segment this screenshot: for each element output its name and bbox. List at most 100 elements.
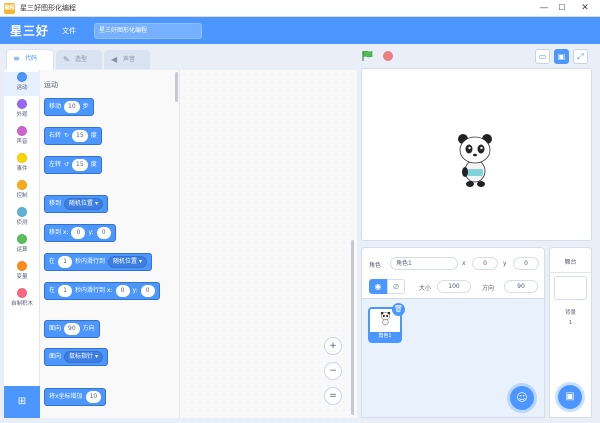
category-motion[interactable]: 运动: [4, 72, 40, 96]
file-menu[interactable]: 文件: [62, 26, 76, 36]
category-my-blocks[interactable]: 自制积木: [4, 288, 40, 312]
large-stage-button[interactable]: ▣: [554, 49, 569, 64]
panda-sprite-icon[interactable]: [454, 131, 496, 189]
block-change-x[interactable]: 将x坐标增加 10: [44, 388, 107, 406]
sprite-list: 角色1 🗑 ☺: [361, 299, 545, 418]
category-sensing[interactable]: 侦测: [4, 207, 40, 231]
rotate-right-icon: ↻: [64, 132, 70, 139]
change-x-input[interactable]: 10: [85, 391, 102, 403]
add-backdrop-button[interactable]: ▣: [558, 385, 582, 409]
maximize-button[interactable]: ☐: [555, 2, 569, 14]
palette-scrollbar[interactable]: [175, 72, 178, 102]
glide-x-input[interactable]: 0: [115, 285, 130, 297]
block-move-steps[interactable]: 移动 10 步: [44, 98, 94, 116]
category-sound[interactable]: 声音: [4, 126, 40, 150]
eye-icon: ◉: [374, 282, 382, 291]
direction-field[interactable]: 90: [504, 280, 538, 293]
zoom-in-button[interactable]: +: [324, 337, 342, 355]
category-dot: [17, 207, 27, 217]
large-stage-icon: ▣: [557, 52, 566, 61]
delete-sprite-button[interactable]: 🗑: [392, 303, 405, 316]
show-sprite-button[interactable]: ◉: [369, 279, 387, 294]
category-events[interactable]: 事件: [4, 153, 40, 177]
close-button[interactable]: ✕: [578, 2, 592, 14]
category-control[interactable]: 控制: [4, 180, 40, 204]
stage-selector-panel[interactable]: 舞台 背景 1 ▣: [549, 247, 592, 418]
hide-sprite-button[interactable]: ⊘: [387, 279, 405, 294]
stage-thumbnail[interactable]: [554, 276, 587, 300]
category-dot: [17, 261, 27, 271]
tab-costumes[interactable]: ✎ 造型: [56, 50, 102, 69]
extension-icon: ⊞: [17, 396, 27, 407]
stage-panel-title: 舞台: [564, 259, 577, 266]
fullscreen-button[interactable]: ⤢: [573, 49, 588, 64]
category-dot: [17, 288, 27, 298]
point-towards-dropdown[interactable]: 鼠标指针 ▾: [64, 351, 103, 363]
tab-sounds[interactable]: ◀ 声音: [104, 50, 150, 69]
block-glide-to-xy[interactable]: 在 1 秒内滑行到 x: 0 y: 0: [44, 282, 160, 300]
category-dot: [17, 234, 27, 244]
go-to-x-input[interactable]: 0: [71, 227, 86, 239]
block-go-to-xy[interactable]: 移到 x: 0 y: 0: [44, 224, 116, 242]
tab-costumes-label: 造型: [75, 56, 88, 63]
tab-code-label: 代码: [25, 55, 38, 62]
block-glide-to[interactable]: 在 1 秒内滑行到 随机位置 ▾: [44, 253, 152, 271]
go-to-dropdown[interactable]: 随机位置 ▾: [64, 198, 103, 210]
block-turn-left[interactable]: 左转 ↺ 15 度: [44, 156, 102, 174]
turn-left-input[interactable]: 15: [72, 159, 88, 171]
add-extension-button[interactable]: ⊞: [4, 386, 40, 418]
speaker-icon: ◀: [111, 55, 118, 64]
category-dot: [17, 99, 27, 109]
size-label: 大小: [419, 285, 432, 292]
direction-label: 方向: [482, 285, 495, 292]
block-point-towards[interactable]: 面向 鼠标指针 ▾: [44, 348, 108, 366]
project-title-input[interactable]: 星三好图形化编程: [94, 23, 202, 39]
code-icon: ≡: [13, 54, 20, 63]
small-stage-icon: ▭: [538, 52, 547, 61]
sprite-tile-name: 角色1: [370, 332, 400, 341]
minimize-button[interactable]: —: [537, 2, 551, 14]
small-stage-button[interactable]: ▭: [535, 49, 550, 64]
go-to-y-input[interactable]: 0: [96, 227, 111, 239]
stage-canvas[interactable]: [361, 68, 592, 241]
category-dot: [17, 180, 27, 190]
code-workspace[interactable]: + − =: [180, 70, 357, 418]
category-dot: [17, 126, 27, 136]
zoom-reset-button[interactable]: =: [324, 387, 342, 405]
backdrop-label: 背景: [564, 310, 576, 316]
tab-code[interactable]: ≡ 代码: [6, 49, 54, 70]
workspace-scrollbar[interactable]: [351, 240, 354, 415]
y-input[interactable]: 0: [513, 257, 539, 270]
turn-right-input[interactable]: 15: [72, 130, 88, 142]
image-icon: ▣: [565, 391, 575, 402]
size-input[interactable]: 100: [437, 280, 471, 293]
app-icon: 编程: [4, 3, 15, 14]
direction-input[interactable]: 90: [64, 323, 80, 335]
category-looks[interactable]: 外观: [4, 99, 40, 123]
x-label: x: [462, 260, 466, 267]
sprite-thumbnail-icon: [380, 311, 391, 326]
move-steps-input[interactable]: 10: [64, 101, 80, 113]
glide-y-input[interactable]: 0: [140, 285, 155, 297]
stop-icon[interactable]: [383, 51, 393, 61]
x-input[interactable]: 0: [472, 257, 498, 270]
sprite-name-input[interactable]: 角色1: [390, 257, 458, 270]
window-titlebar: 编程 星三好图形化编程 — ☐ ✕: [0, 0, 600, 17]
block-palette: 运动 移动 10 步 右转 ↻ 15 度 左转 ↺ 15 度 移到 随机位置 ▾…: [40, 70, 180, 418]
stage-panel-divider: [550, 272, 591, 273]
zoom-out-button[interactable]: −: [324, 362, 342, 380]
add-sprite-button[interactable]: ☺: [510, 386, 534, 410]
zoom-reset-icon: =: [329, 391, 337, 401]
green-flag-icon[interactable]: [362, 50, 373, 62]
eye-slash-icon: ⊘: [392, 282, 400, 291]
block-go-to[interactable]: 移到 随机位置 ▾: [44, 195, 108, 213]
glide-secs-input[interactable]: 1: [58, 256, 73, 268]
block-point-direction[interactable]: 面向 90 方向: [44, 320, 100, 338]
rotate-left-icon: ↺: [64, 161, 70, 168]
category-operators[interactable]: 运算: [4, 234, 40, 258]
glide-xy-secs-input[interactable]: 1: [58, 285, 73, 297]
block-turn-right[interactable]: 右转 ↻ 15 度: [44, 127, 102, 145]
category-variables[interactable]: 变量: [4, 261, 40, 285]
brand-logo[interactable]: 星三好: [10, 22, 49, 39]
glide-to-dropdown[interactable]: 随机位置 ▾: [108, 256, 147, 268]
